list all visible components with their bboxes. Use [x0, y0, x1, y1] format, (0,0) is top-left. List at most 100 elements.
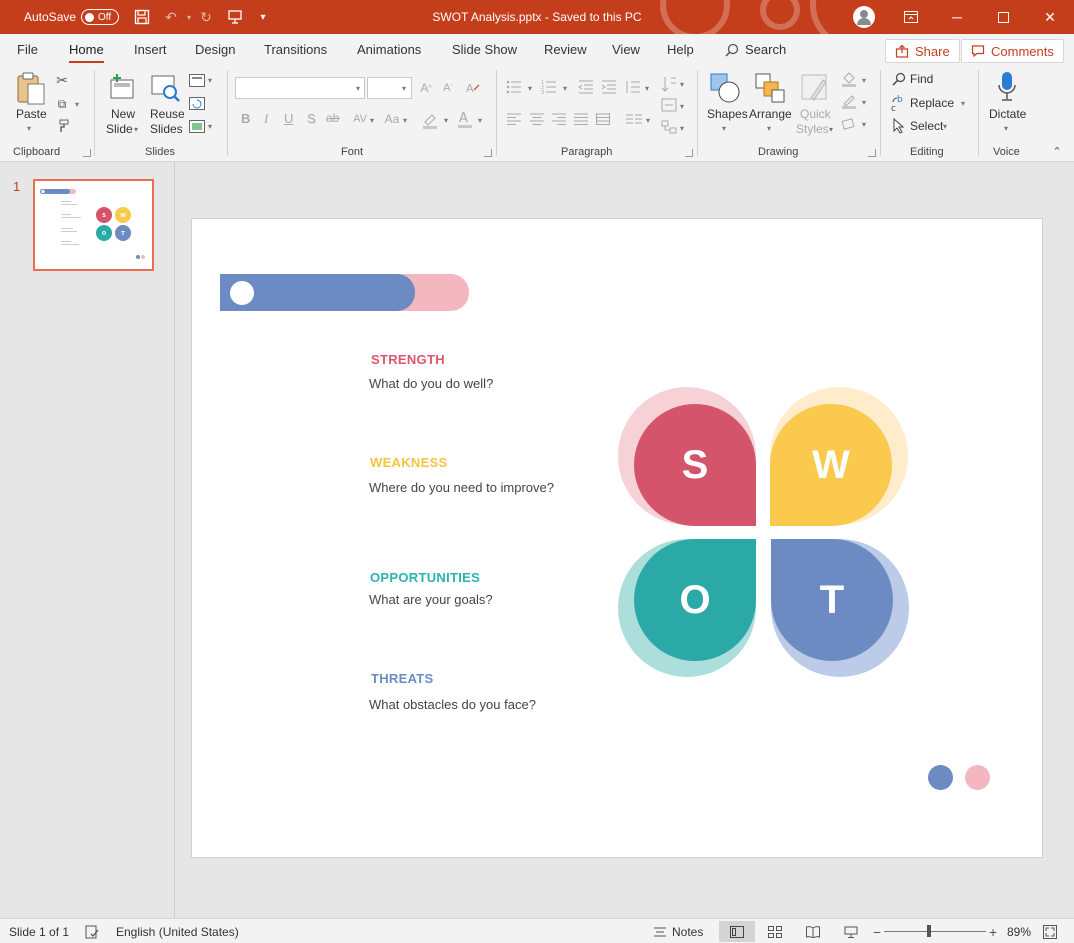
- reading-view-button[interactable]: [795, 921, 831, 942]
- layout-dropdown-icon[interactable]: ▾: [208, 76, 212, 85]
- notes-button[interactable]: Notes: [653, 919, 703, 943]
- font-launcher-icon[interactable]: [484, 149, 492, 157]
- dictate-label[interactable]: Dictate: [989, 107, 1026, 121]
- clipboard-launcher-icon[interactable]: [83, 149, 91, 157]
- format-painter-icon[interactable]: [54, 118, 70, 134]
- quick-styles-label-2[interactable]: Styles: [796, 122, 829, 136]
- replace-icon[interactable]: bc: [891, 94, 907, 112]
- decrease-indent-icon[interactable]: [577, 78, 595, 96]
- change-case-dropdown-icon[interactable]: ▾: [403, 116, 407, 125]
- undo-dropdown-icon[interactable]: ▾: [180, 8, 198, 26]
- clear-formatting-icon[interactable]: A: [464, 79, 482, 97]
- tab-animations[interactable]: Animations: [357, 34, 421, 66]
- cut-icon[interactable]: ✂: [54, 72, 70, 88]
- strikethrough-button[interactable]: ab: [326, 111, 339, 125]
- collapse-ribbon-icon[interactable]: ⌃: [1050, 144, 1064, 158]
- threats-title[interactable]: THREATS: [371, 671, 434, 686]
- undo-icon[interactable]: ↶: [162, 8, 180, 26]
- shape-outline-icon[interactable]: [840, 93, 858, 109]
- bullets-icon[interactable]: [505, 78, 523, 96]
- minimize-icon[interactable]: ─: [934, 0, 980, 34]
- section-icon[interactable]: [188, 118, 206, 134]
- tab-insert[interactable]: Insert: [134, 34, 167, 66]
- tab-slide-show[interactable]: Slide Show: [452, 34, 517, 66]
- normal-view-button[interactable]: [719, 921, 755, 942]
- increase-indent-icon[interactable]: [600, 78, 618, 96]
- copy-dropdown-icon[interactable]: ▾: [75, 100, 79, 109]
- text-direction-icon[interactable]: [660, 74, 678, 94]
- zoom-out-icon[interactable]: −: [873, 919, 881, 943]
- smartart-icon[interactable]: [660, 118, 678, 136]
- shape-fill-icon[interactable]: [840, 71, 858, 87]
- tab-design[interactable]: Design: [195, 34, 235, 66]
- save-icon[interactable]: [133, 8, 151, 26]
- new-slide-icon[interactable]: [107, 72, 137, 102]
- columns-dropdown-icon[interactable]: ▾: [646, 116, 650, 125]
- smartart-dropdown-icon[interactable]: ▾: [680, 124, 684, 133]
- customize-qat-icon[interactable]: ▾: [254, 8, 272, 26]
- layout-icon[interactable]: [188, 72, 206, 88]
- find-icon[interactable]: [891, 71, 907, 87]
- select-label[interactable]: Select: [910, 119, 943, 133]
- align-right-icon[interactable]: [551, 112, 567, 126]
- dictate-dropdown-icon[interactable]: ▾: [1004, 124, 1008, 133]
- font-size-dropdown-icon[interactable]: ▾: [402, 84, 406, 93]
- tab-transitions[interactable]: Transitions: [264, 34, 327, 66]
- threats-body[interactable]: What obstacles do you face?: [369, 697, 536, 712]
- tab-view[interactable]: View: [612, 34, 640, 66]
- quick-styles-dropdown-icon[interactable]: ▾: [829, 125, 833, 134]
- slide-canvas[interactable]: STRENGTH What do you do well? WEAKNESS W…: [191, 218, 1043, 858]
- close-icon[interactable]: ✕: [1027, 0, 1073, 34]
- numbering-icon[interactable]: 123: [540, 78, 558, 96]
- copy-icon[interactable]: ⧉: [54, 96, 70, 112]
- zoom-level[interactable]: 89%: [1007, 919, 1031, 943]
- petal-s[interactable]: S: [634, 404, 756, 526]
- grow-font-icon[interactable]: A ^: [418, 79, 434, 97]
- zoom-slider-thumb[interactable]: [927, 925, 931, 937]
- new-slide-dropdown-icon[interactable]: ▾: [134, 125, 138, 134]
- share-button[interactable]: Share: [885, 39, 960, 63]
- arrange-label[interactable]: Arrange: [749, 107, 792, 121]
- strength-title[interactable]: STRENGTH: [371, 352, 445, 367]
- text-direction-dropdown-icon[interactable]: ▾: [680, 80, 684, 89]
- present-icon[interactable]: [226, 8, 244, 26]
- numbering-dropdown-icon[interactable]: ▾: [563, 84, 567, 93]
- paste-icon[interactable]: [15, 72, 47, 106]
- font-name-dropdown-icon[interactable]: ▾: [356, 84, 360, 93]
- paste-dropdown-icon[interactable]: ▾: [27, 124, 31, 133]
- line-spacing-dropdown-icon[interactable]: ▾: [645, 84, 649, 93]
- reuse-slides-label-2[interactable]: Slides: [150, 122, 183, 136]
- tab-file[interactable]: File: [17, 34, 38, 66]
- font-color-icon[interactable]: A: [456, 109, 474, 129]
- italic-button[interactable]: I: [264, 111, 268, 127]
- comments-button[interactable]: Comments: [961, 39, 1064, 63]
- replace-dropdown-icon[interactable]: ▾: [961, 99, 965, 108]
- reset-icon[interactable]: [188, 95, 206, 111]
- strength-body[interactable]: What do you do well?: [369, 376, 493, 391]
- section-dropdown-icon[interactable]: ▾: [208, 122, 212, 131]
- reuse-slides-icon[interactable]: [150, 72, 182, 104]
- account-avatar[interactable]: [853, 6, 875, 28]
- columns-icon[interactable]: [625, 112, 643, 126]
- shape-outline-dropdown-icon[interactable]: ▾: [862, 98, 866, 107]
- shape-fill-dropdown-icon[interactable]: ▾: [862, 76, 866, 85]
- align-left-icon[interactable]: [506, 112, 522, 126]
- select-dropdown-icon[interactable]: ▾: [943, 122, 947, 131]
- search-box[interactable]: Search: [725, 42, 786, 57]
- zoom-in-icon[interactable]: +: [989, 919, 997, 943]
- redo-icon[interactable]: ↻: [197, 8, 215, 26]
- character-spacing-dropdown-icon[interactable]: ▾: [370, 116, 374, 125]
- slide-thumbnail[interactable]: S W O T: [33, 179, 154, 271]
- opportunities-title[interactable]: OPPORTUNITIES: [370, 570, 480, 585]
- tab-review[interactable]: Review: [544, 34, 587, 66]
- highlight-icon[interactable]: [420, 110, 440, 130]
- shape-effects-dropdown-icon[interactable]: ▾: [862, 120, 866, 129]
- maximize-icon[interactable]: [980, 0, 1026, 34]
- tab-help[interactable]: Help: [667, 34, 694, 66]
- tab-home[interactable]: Home: [69, 34, 104, 66]
- justify-icon[interactable]: [573, 112, 589, 126]
- paragraph-launcher-icon[interactable]: [685, 149, 693, 157]
- zoom-slider-track[interactable]: [884, 931, 986, 932]
- shrink-font-icon[interactable]: Aˇ: [440, 79, 456, 97]
- line-spacing-icon[interactable]: [624, 78, 642, 96]
